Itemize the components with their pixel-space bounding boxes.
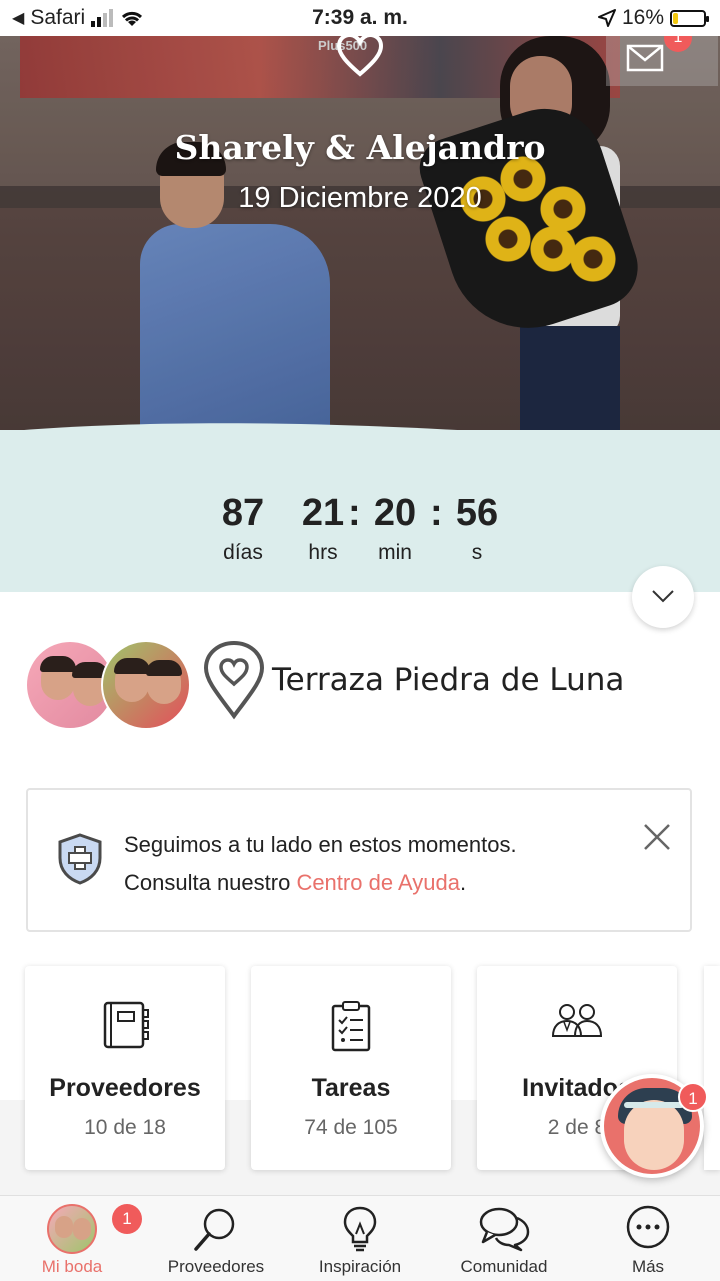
- wedding-date: 19 Diciembre 2020: [238, 182, 482, 214]
- notice-line-2: Consulta nuestro Centro de Ayuda.: [124, 870, 467, 895]
- card-title: Proveedores: [49, 1074, 201, 1102]
- shield-plus-icon: [58, 833, 102, 885]
- close-icon[interactable]: [642, 822, 672, 852]
- more-icon: [626, 1205, 670, 1249]
- notice-line-1: Seguimos a tu lado en estos momentos.: [124, 832, 517, 857]
- guests-icon: [551, 1004, 603, 1037]
- battery-icon: [670, 9, 709, 27]
- couple-names: Sharely & Alejandro: [174, 128, 546, 167]
- countdown-minutes: 20 min: [373, 492, 417, 564]
- card-proveedores[interactable]: Proveedores 10 de 18: [25, 966, 225, 1170]
- tab-comunidad[interactable]: Comunidad: [444, 1196, 564, 1281]
- venue-name[interactable]: Terraza Piedra de Luna: [272, 662, 624, 698]
- countdown: 87 días 21 hrs : 20 min : 56 s: [0, 492, 720, 572]
- countdown-days: 87 días: [221, 492, 265, 564]
- search-icon: [194, 1208, 235, 1251]
- checklist-icon: [331, 1001, 371, 1052]
- countdown-separator: :: [430, 492, 443, 534]
- assistant-badge: 1: [678, 1082, 708, 1112]
- tab-badge: 1: [112, 1204, 142, 1234]
- battery-percentage: 16%: [621, 6, 664, 29]
- tab-mas[interactable]: Más: [588, 1196, 708, 1281]
- countdown-hours: 21 hrs: [301, 492, 345, 564]
- heart-logo-icon: [336, 32, 384, 77]
- venue-heart-pin-icon: [203, 640, 265, 720]
- card-next-partial[interactable]: [704, 966, 720, 1170]
- card-progress: 74 de 105: [304, 1116, 398, 1139]
- bottom-tab-bar: 1 Mi boda Proveedores Inspiración Comuni…: [0, 1195, 720, 1281]
- card-title: Tareas: [311, 1074, 391, 1102]
- card-tareas[interactable]: Tareas 74 de 105: [251, 966, 451, 1170]
- countdown-seconds: 56 s: [455, 492, 499, 564]
- expand-button[interactable]: [632, 566, 694, 628]
- notebook-icon: [103, 1001, 149, 1049]
- tab-proveedores[interactable]: Proveedores: [156, 1196, 276, 1281]
- chevron-down-icon: [652, 590, 674, 603]
- tab-inspiracion[interactable]: Inspiración: [300, 1196, 420, 1281]
- card-progress: 10 de 18: [84, 1116, 166, 1139]
- status-bar: ◀ Safari 7:39 a. m. 16%: [0, 0, 720, 36]
- profile-avatar: [47, 1204, 97, 1254]
- help-center-link[interactable]: Centro de Ayuda: [296, 870, 460, 895]
- partner-avatar[interactable]: [101, 640, 191, 730]
- tab-mi-boda[interactable]: 1 Mi boda: [22, 1196, 142, 1281]
- hero-photo: Plus500: [0, 36, 720, 466]
- location-arrow-icon: [597, 9, 616, 27]
- countdown-separator: :: [348, 492, 361, 534]
- help-notice-banner: Seguimos a tu lado en estos momentos. Co…: [26, 788, 692, 932]
- wave-divider: [0, 423, 720, 470]
- lightbulb-icon: [343, 1206, 377, 1252]
- envelope-icon: [626, 44, 664, 72]
- messages-button[interactable]: [606, 30, 718, 86]
- chat-bubbles-icon: [479, 1207, 530, 1252]
